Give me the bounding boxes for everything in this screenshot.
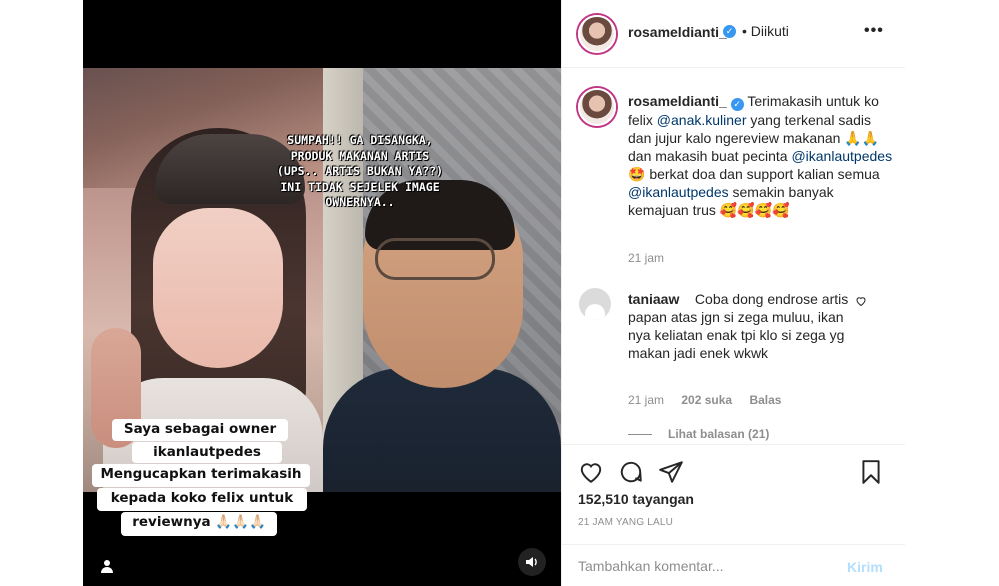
caption-text: rosameldianti_ ✓ Terimakasih untuk ko fe… <box>628 92 898 219</box>
comment-likes[interactable]: 202 suka <box>681 393 732 407</box>
person-icon[interactable] <box>100 559 116 575</box>
comment-avatar[interactable] <box>579 288 611 320</box>
comment-time[interactable]: 21 jam <box>628 393 664 407</box>
comment-meta: 21 jam 202 suka Balas <box>628 393 795 407</box>
video-right-pane <box>323 68 561 492</box>
video-overlay-line-5: reviewnya 🙏🏻🙏🏻🙏🏻 <box>121 512 277 536</box>
mention-link[interactable]: @anak.kuliner <box>657 112 747 128</box>
video-overlay-line-4: kepada koko felix untuk <box>97 488 307 511</box>
post-header: rosameldianti_ ✓ • Diikuti ••• <box>562 0 906 68</box>
share-icon[interactable] <box>658 459 684 485</box>
more-options-icon[interactable]: ••• <box>864 22 884 40</box>
caption-part-3: 🤩 berkat doa dan support kalian semua <box>628 166 880 182</box>
header-username[interactable]: rosameldianti_ <box>628 24 727 40</box>
comment-bar: Kirim <box>562 544 906 586</box>
bookmark-icon[interactable] <box>858 459 884 485</box>
comment-username[interactable]: taniaaw <box>628 291 679 307</box>
caption-time[interactable]: 21 jam <box>628 251 664 265</box>
video-overlay-line-1: Saya sebagai owner <box>112 419 288 441</box>
caption-username[interactable]: rosameldianti_ <box>628 93 727 109</box>
mention-link[interactable]: @ikanlautpedes <box>791 148 892 164</box>
video-overlay-line-2: ikanlautpedes <box>132 442 282 463</box>
comments-section: rosameldianti_ ✓ Terimakasih untuk ko fe… <box>562 68 906 444</box>
caption-avatar[interactable] <box>578 88 616 126</box>
view-count[interactable]: 152,510 tayangan <box>578 491 694 507</box>
verified-icon: ✓ <box>730 98 744 111</box>
mention-link[interactable]: @ikanlautpedes <box>628 184 729 200</box>
follow-status[interactable]: • Diikuti <box>742 23 789 39</box>
comment-like-icon[interactable] <box>855 295 867 310</box>
page-margin <box>905 0 999 586</box>
video-overlay-text-right: SUMPAH!! GA DISANGKA, PRODUK MAKANAN ART… <box>276 133 444 209</box>
view-replies-button[interactable]: Lihat balasan (21) <box>628 427 769 441</box>
separator: • <box>742 23 747 39</box>
reply-button[interactable]: Balas <box>749 393 781 407</box>
heart-icon[interactable] <box>578 459 604 485</box>
post-actions: 152,510 tayangan 21 JAM YANG LALU <box>562 444 906 544</box>
view-replies-label: Lihat balasan (21) <box>668 427 770 441</box>
comment-icon[interactable] <box>618 459 644 485</box>
post-time[interactable]: 21 JAM YANG LALU <box>578 517 673 528</box>
speaker-icon[interactable] <box>518 548 546 576</box>
avatar[interactable] <box>578 15 616 53</box>
follow-status-label: Diikuti <box>750 23 789 39</box>
post-side-panel: rosameldianti_ ✓ • Diikuti ••• rosameldi… <box>561 0 906 586</box>
comment-input[interactable] <box>578 558 818 574</box>
comment-text: taniaaw Coba dong endrose artis papan at… <box>628 290 868 362</box>
post-button[interactable]: Kirim <box>847 559 883 575</box>
video-overlay-line-3: Mengucapkan terimakasih <box>92 464 310 487</box>
verified-icon: ✓ <box>723 25 736 38</box>
